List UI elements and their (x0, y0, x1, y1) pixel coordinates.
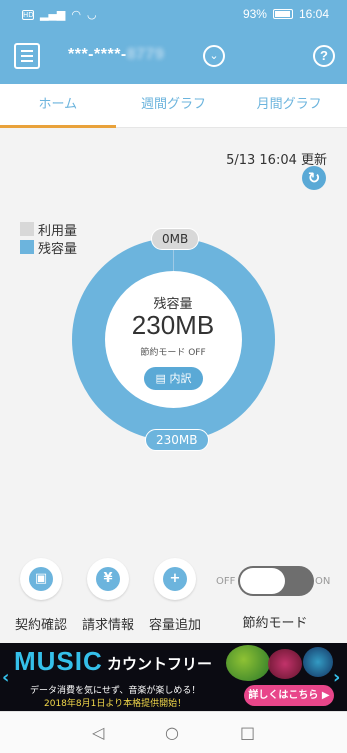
banner-decoration (268, 649, 302, 679)
billing-info-icon-wrap: ¥ (87, 558, 129, 600)
saving-mode-toggle[interactable] (238, 566, 314, 596)
account-number-visible: ***-****- (68, 46, 127, 63)
tab-home[interactable]: ホーム (0, 84, 116, 128)
banner-prev-arrow-icon[interactable]: ‹ (2, 667, 9, 688)
home-icon[interactable]: ○ (165, 723, 179, 742)
banner-decoration (303, 647, 333, 677)
legend-label-used: 利用量 (38, 223, 78, 239)
account-number-obscured: 8779 (126, 46, 165, 63)
battery-percent: 93% (242, 7, 267, 21)
account-number: ***-****-8779 (68, 46, 164, 64)
chevron-down-icon[interactable]: ⌄ (203, 45, 225, 67)
hamburger-menu-icon[interactable] (14, 43, 40, 69)
banner-cta-button[interactable]: 詳しくはこちら ▶ (244, 685, 334, 706)
legend-remaining: 残容量 (20, 238, 78, 257)
add-capacity-icon-wrap: + (154, 558, 196, 600)
legend-used: 利用量 (20, 220, 78, 239)
refresh-icon[interactable]: ↻ (302, 166, 326, 190)
legend-swatch-remaining (20, 240, 34, 254)
database-add-icon: + (163, 567, 187, 591)
remaining-amount-pill: 230MB (145, 429, 209, 451)
contract-check-label: 契約確認 (14, 618, 67, 633)
promo-banner[interactable]: ‹ › MUSIC カウントフリー データ消費を気にせず、音楽が楽しめる！ 20… (0, 643, 347, 711)
toggle-off-label: OFF (216, 576, 236, 587)
signal-icon: ▂▄▆ (40, 8, 66, 21)
add-capacity-button[interactable]: + 容量追加 (145, 558, 205, 633)
banner-line2: 2018年8月1日より本格提供開始！ (44, 699, 187, 709)
used-amount-pill: 0MB (151, 228, 200, 250)
banner-line1: データ消費を気にせず、音楽が楽しめる！ (30, 686, 201, 696)
saving-mode-label: 節約モード (242, 616, 308, 631)
notification-icon: ◡ (87, 8, 97, 21)
document-icon: ▤ (155, 372, 166, 385)
clipboard-icon: ▣ (29, 567, 53, 591)
hd-icon: HD (22, 9, 34, 20)
saving-mode-status: 節約モード OFF (140, 348, 206, 358)
breakdown-button[interactable]: ▤ 内訳 (144, 367, 203, 390)
back-icon[interactable]: ◁ (92, 723, 104, 742)
banner-next-arrow-icon[interactable]: › (333, 667, 340, 688)
remaining-value: 230MB (131, 310, 215, 340)
legend-swatch-used (20, 222, 34, 236)
banner-subtitle: カウントフリー (107, 655, 213, 673)
status-bar: HD ▂▄▆ ◠ ◡ 93% 16:04 (0, 0, 347, 28)
wifi-icon: ◠ (71, 8, 81, 21)
clock: 16:04 (298, 7, 329, 21)
tab-weekly-graph[interactable]: 週間グラフ (116, 84, 232, 127)
tab-monthly-graph[interactable]: 月間グラフ (231, 84, 347, 127)
chart-legend: 利用量 残容量 (20, 220, 78, 257)
legend-label-remaining: 残容量 (38, 241, 78, 257)
yen-icon: ¥ (96, 567, 120, 591)
billing-info-button[interactable]: ¥ 請求情報 (78, 558, 138, 633)
help-icon[interactable]: ? (313, 45, 335, 67)
billing-info-label: 請求情報 (81, 618, 134, 633)
toggle-on-label: ON (315, 576, 331, 587)
breakdown-button-label: 内訳 (169, 372, 192, 385)
banner-title: MUSIC (14, 646, 103, 676)
toggle-knob[interactable] (240, 568, 285, 594)
battery-icon (272, 9, 293, 19)
contract-check-icon-wrap: ▣ (20, 558, 62, 600)
status-left: HD ▂▄▆ ◠ ◡ (22, 8, 97, 21)
banner-decoration (226, 645, 270, 681)
contract-check-button[interactable]: ▣ 契約確認 (11, 558, 71, 633)
status-right: 93% 16:04 (243, 7, 329, 21)
system-nav-bar: ◁ ○ □ (0, 711, 347, 753)
tab-bar: ホーム 週間グラフ 月間グラフ (0, 84, 347, 128)
add-capacity-label: 容量追加 (148, 618, 201, 633)
recents-icon[interactable]: □ (240, 723, 255, 742)
app-header: ***-****-8779 ⌄ ? (0, 28, 347, 84)
